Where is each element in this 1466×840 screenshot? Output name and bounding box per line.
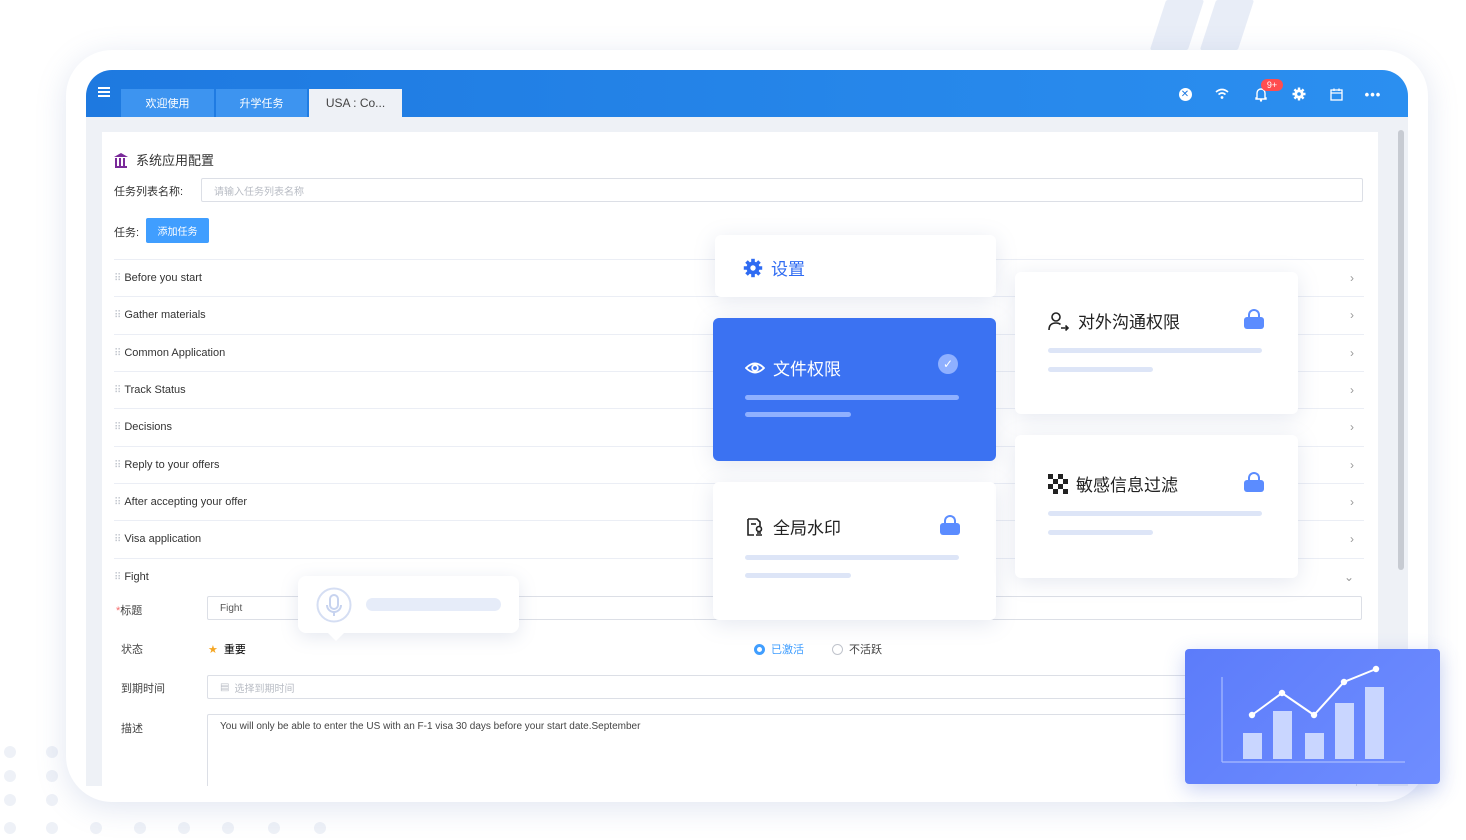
bar-line-chart-icon	[1221, 665, 1405, 763]
placeholder-bar	[745, 412, 851, 417]
task-row-label: Decisions	[124, 421, 173, 433]
placeholder-bar	[1048, 348, 1262, 353]
close-circle-icon[interactable]: ✕	[1176, 85, 1194, 103]
placeholder-bar	[745, 555, 959, 560]
microphone-icon	[316, 587, 352, 623]
star-icon: ★	[208, 643, 218, 656]
lock-icon	[1244, 472, 1264, 492]
drag-handle-icon[interactable]: ⠿	[114, 497, 121, 508]
chevron-right-icon[interactable]: ›	[1350, 532, 1354, 546]
description-label: 描述	[121, 723, 143, 735]
task-label: 任务:	[114, 227, 140, 239]
chevron-right-icon[interactable]: ›	[1350, 420, 1354, 434]
stage: 欢迎使用 升学任务 USA : Co... ✕ 9+ ••• 系统应用配置 任务…	[0, 0, 1466, 840]
lock-icon	[940, 515, 960, 535]
task-list-name-input[interactable]: 请输入任务列表名称	[201, 178, 1363, 202]
task-row-label: Common Application	[124, 347, 226, 359]
drag-handle-icon[interactable]: ⠿	[114, 572, 121, 583]
placeholder-bar	[1048, 530, 1153, 535]
notification-badge: 9+	[1261, 79, 1283, 91]
menu-icon[interactable]	[98, 87, 110, 97]
eye-icon	[745, 362, 765, 373]
task-row-label: After accepting your offer	[124, 496, 248, 508]
status-label: 状态	[121, 644, 143, 656]
add-task-button[interactable]: 添加任务	[146, 218, 209, 243]
important-checkbox[interactable]: ★ 重要	[208, 641, 246, 657]
external-comm-card[interactable]: 对外沟通权限	[1015, 272, 1298, 414]
drag-handle-icon[interactable]: ⠿	[114, 348, 121, 359]
analytics-chart-card	[1185, 649, 1440, 784]
title-label: *标题	[116, 605, 143, 617]
drag-handle-icon[interactable]: ⠿	[114, 273, 121, 284]
drag-handle-icon[interactable]: ⠿	[114, 534, 121, 545]
watermark-card[interactable]: 全局水印	[713, 482, 996, 620]
wifi-icon[interactable]	[1213, 85, 1231, 103]
lock-icon	[1244, 309, 1264, 329]
task-list-name-label: 任务列表名称:	[114, 186, 184, 198]
watermark-title: 全局水印	[745, 514, 841, 539]
chevron-right-icon[interactable]: ›	[1350, 308, 1354, 322]
quote-decoration	[1149, 0, 1260, 50]
placeholder-bar	[745, 395, 959, 400]
calendar-icon: ▤	[220, 681, 230, 693]
placeholder-bar	[745, 573, 851, 578]
placeholder-bar	[1048, 367, 1153, 372]
chevron-right-icon[interactable]: ›	[1350, 495, 1354, 509]
more-icon[interactable]: •••	[1364, 85, 1382, 103]
gear-icon	[743, 258, 763, 277]
chevron-right-icon[interactable]: ›	[1350, 271, 1354, 285]
file-permission-title: 文件权限	[745, 355, 841, 380]
tab-usa[interactable]: USA : Co...	[309, 89, 402, 117]
user-share-icon	[1048, 311, 1070, 331]
bank-icon	[114, 153, 128, 168]
external-comm-title: 对外沟通权限	[1048, 308, 1180, 333]
tab-welcome[interactable]: 欢迎使用	[121, 89, 214, 117]
sensitive-filter-title: 敏感信息过滤	[1048, 471, 1178, 496]
radio-inactive[interactable]: 不活跃	[832, 641, 882, 657]
task-row-label: Visa application	[124, 533, 202, 545]
section-header: 系统应用配置	[114, 150, 214, 169]
chevron-down-icon[interactable]: ⌄	[1344, 570, 1354, 584]
placeholder-bar	[366, 598, 501, 611]
document-stamp-icon	[747, 517, 763, 536]
task-row-label: Track Status	[124, 384, 186, 396]
drag-handle-icon[interactable]: ⠿	[114, 422, 121, 433]
top-bar: 欢迎使用 升学任务 USA : Co... ✕ 9+ •••	[86, 70, 1408, 117]
task-row-label: Fight	[124, 571, 149, 583]
drag-handle-icon[interactable]: ⠿	[114, 385, 121, 396]
voice-input-bubble	[298, 576, 519, 641]
task-row-label: Gather materials	[124, 309, 206, 321]
due-date-label: 到期时间	[121, 683, 165, 695]
chevron-right-icon[interactable]: ›	[1350, 346, 1354, 360]
chevron-right-icon[interactable]: ›	[1350, 458, 1354, 472]
sensitive-filter-card[interactable]: 敏感信息过滤	[1015, 435, 1298, 578]
radio-active[interactable]: 已激活	[754, 641, 804, 657]
mosaic-icon	[1048, 473, 1068, 494]
tab-tasks[interactable]: 升学任务	[216, 89, 307, 117]
file-permission-card[interactable]: 文件权限 ✓	[713, 318, 996, 461]
settings-card[interactable]: 设置	[715, 235, 996, 297]
check-icon: ✓	[938, 354, 958, 374]
task-row-label: Reply to your offers	[124, 459, 220, 471]
gear-icon[interactable]	[1290, 85, 1308, 103]
drag-handle-icon[interactable]: ⠿	[114, 310, 121, 321]
drag-handle-icon[interactable]: ⠿	[114, 460, 121, 471]
settings-card-title: 设置	[743, 255, 805, 280]
calendar-icon[interactable]	[1327, 85, 1345, 103]
section-title: 系统应用配置	[136, 153, 215, 168]
chevron-right-icon[interactable]: ›	[1350, 383, 1354, 397]
task-row-label: Before you start	[124, 272, 202, 284]
placeholder-bar	[1048, 511, 1262, 516]
